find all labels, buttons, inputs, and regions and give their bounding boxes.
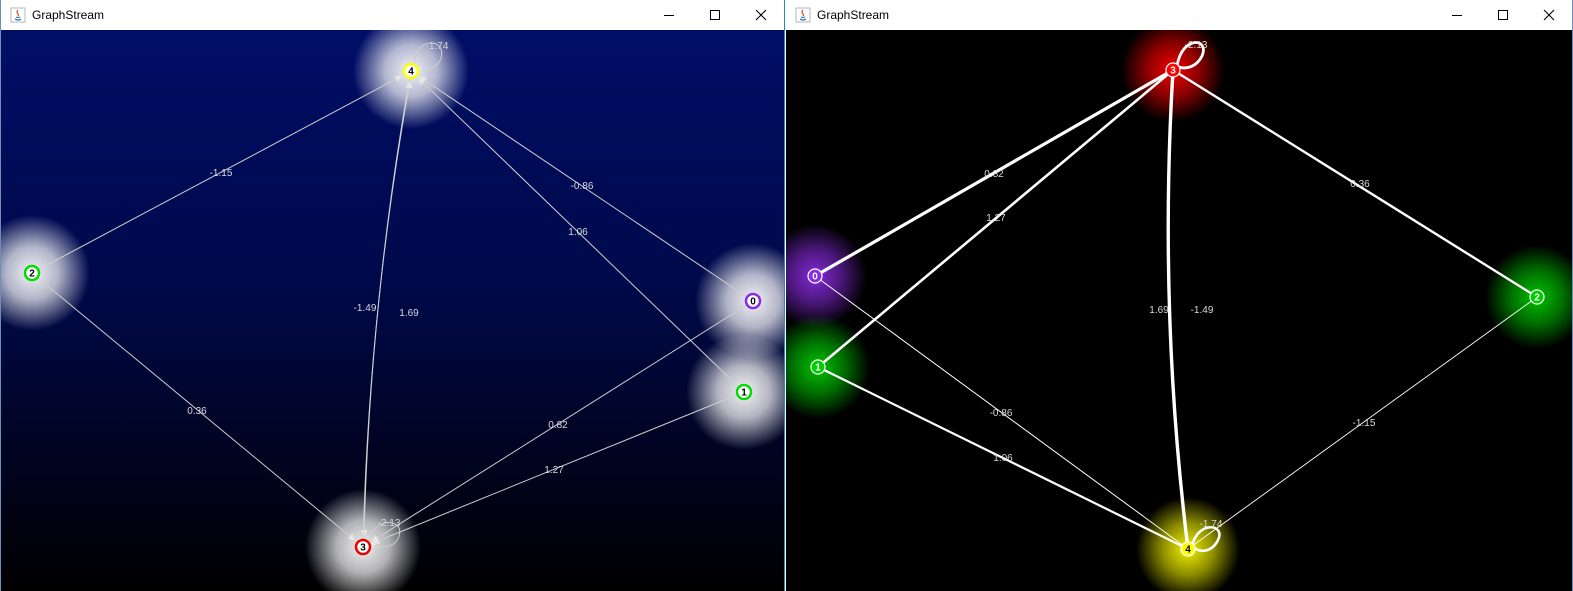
graph-canvas[interactable]: 0.82 1.27 0.36 1.69 -1.49 -0.86 1.06 -1.15 -2.13… xyxy=(786,30,1572,591)
node-halo-0 xyxy=(786,224,867,328)
graphstream-window-left: GraphStream -1.15 -0.86 1.06 -1.49 1.69 0.36 0… xyxy=(0,0,785,591)
node-label: 3 xyxy=(360,543,366,554)
node-halo-1 xyxy=(786,315,870,419)
edge-weight-label: 1.27 xyxy=(544,465,564,476)
edge-weight-label: 0.36 xyxy=(187,406,207,417)
node-label: 1 xyxy=(815,363,821,374)
node-1[interactable]: 1 xyxy=(810,359,826,375)
node-0[interactable]: 0 xyxy=(807,268,823,284)
node-label: 0 xyxy=(750,297,756,308)
edge-weight-label: -1.74 xyxy=(1200,519,1223,530)
graph-view[interactable]: 0.82 1.27 0.36 1.69 -1.49 -0.86 1.06 -1.15 -2.13… xyxy=(786,30,1572,591)
edge-weight-label: 0.36 xyxy=(1350,179,1370,190)
node-label: 0 xyxy=(812,272,818,283)
node-2[interactable]: 2 xyxy=(23,264,41,282)
node-halo-4 xyxy=(353,30,469,129)
edge-weight-label: -1.15 xyxy=(210,168,233,179)
edge-weight-label: -0.86 xyxy=(990,408,1013,419)
edge-weight-label: 0.82 xyxy=(548,420,568,431)
node-2[interactable]: 2 xyxy=(1529,289,1545,305)
title-bar[interactable]: GraphStream xyxy=(1,0,784,30)
node-label: 1 xyxy=(741,388,747,399)
window-title: GraphStream xyxy=(32,8,105,22)
java-icon xyxy=(795,7,811,23)
node-label: 4 xyxy=(1185,545,1191,556)
node-4[interactable]: 4 xyxy=(1180,541,1196,557)
node-label: 2 xyxy=(29,269,35,280)
graph-canvas[interactable]: -1.15 -0.86 1.06 -1.49 1.69 0.36 0.82 1.27 -1.74… xyxy=(1,30,784,591)
node-halos xyxy=(1,30,784,591)
minimize-icon xyxy=(1452,15,1462,16)
edge-weight-label: -1.74 xyxy=(426,41,449,52)
node-1[interactable]: 1 xyxy=(735,383,753,401)
edge-weight-label: -0.86 xyxy=(571,181,594,192)
close-button[interactable] xyxy=(1526,0,1572,30)
edge-weight-label: 1.69 xyxy=(1149,305,1169,316)
minimize-icon xyxy=(664,15,674,16)
edge-weight-label: 1.06 xyxy=(568,227,588,238)
node-halos xyxy=(786,30,1572,591)
node-3[interactable]: 3 xyxy=(1165,62,1181,78)
close-icon xyxy=(755,9,767,21)
node-3[interactable]: 3 xyxy=(354,538,372,556)
edge-3-4[interactable] xyxy=(1166,68,1190,551)
title-bar[interactable]: GraphStream xyxy=(786,0,1572,30)
edge-weight-label: 1.06 xyxy=(993,453,1013,464)
node-label: 4 xyxy=(408,67,414,78)
edge-weight-label: 1.69 xyxy=(399,308,419,319)
node-label: 3 xyxy=(1170,66,1176,77)
node-halo-1 xyxy=(686,334,784,450)
maximize-icon xyxy=(710,10,720,20)
edge-weight-label: 0.82 xyxy=(984,169,1004,180)
node-label: 2 xyxy=(1534,293,1540,304)
close-button[interactable] xyxy=(738,0,784,30)
minimize-button[interactable] xyxy=(1434,0,1480,30)
edge-weight-label: -2.13 xyxy=(378,518,401,529)
maximize-button[interactable] xyxy=(692,0,738,30)
maximize-icon xyxy=(1498,10,1508,20)
node-4[interactable]: 4 xyxy=(402,62,420,80)
java-icon xyxy=(10,7,26,23)
edge-weight-label: -1.49 xyxy=(1191,305,1214,316)
edge-weight-label: -1.15 xyxy=(1353,418,1376,429)
edge-weight-label: 1.27 xyxy=(986,213,1006,224)
node-halo-2 xyxy=(1,215,90,331)
nodes: 4 2 0 1 3 xyxy=(23,62,762,556)
window-title: GraphStream xyxy=(817,8,890,22)
node-halo-2 xyxy=(1485,245,1572,349)
minimize-button[interactable] xyxy=(646,0,692,30)
graph-view[interactable]: -1.15 -0.86 1.06 -1.49 1.69 0.36 0.82 1.27 -1.74… xyxy=(1,30,784,591)
graphstream-window-right: GraphStream 0.82 1.27 0.36 1.69 -1.49 -0.86 1.… xyxy=(786,0,1573,591)
close-icon xyxy=(1543,9,1555,21)
nodes: 3 0 1 2 4 xyxy=(807,62,1545,557)
edge-weight-label: -1.49 xyxy=(354,303,377,314)
edge-weight-label: -2.13 xyxy=(1185,40,1208,51)
node-0[interactable]: 0 xyxy=(744,292,762,310)
maximize-button[interactable] xyxy=(1480,0,1526,30)
